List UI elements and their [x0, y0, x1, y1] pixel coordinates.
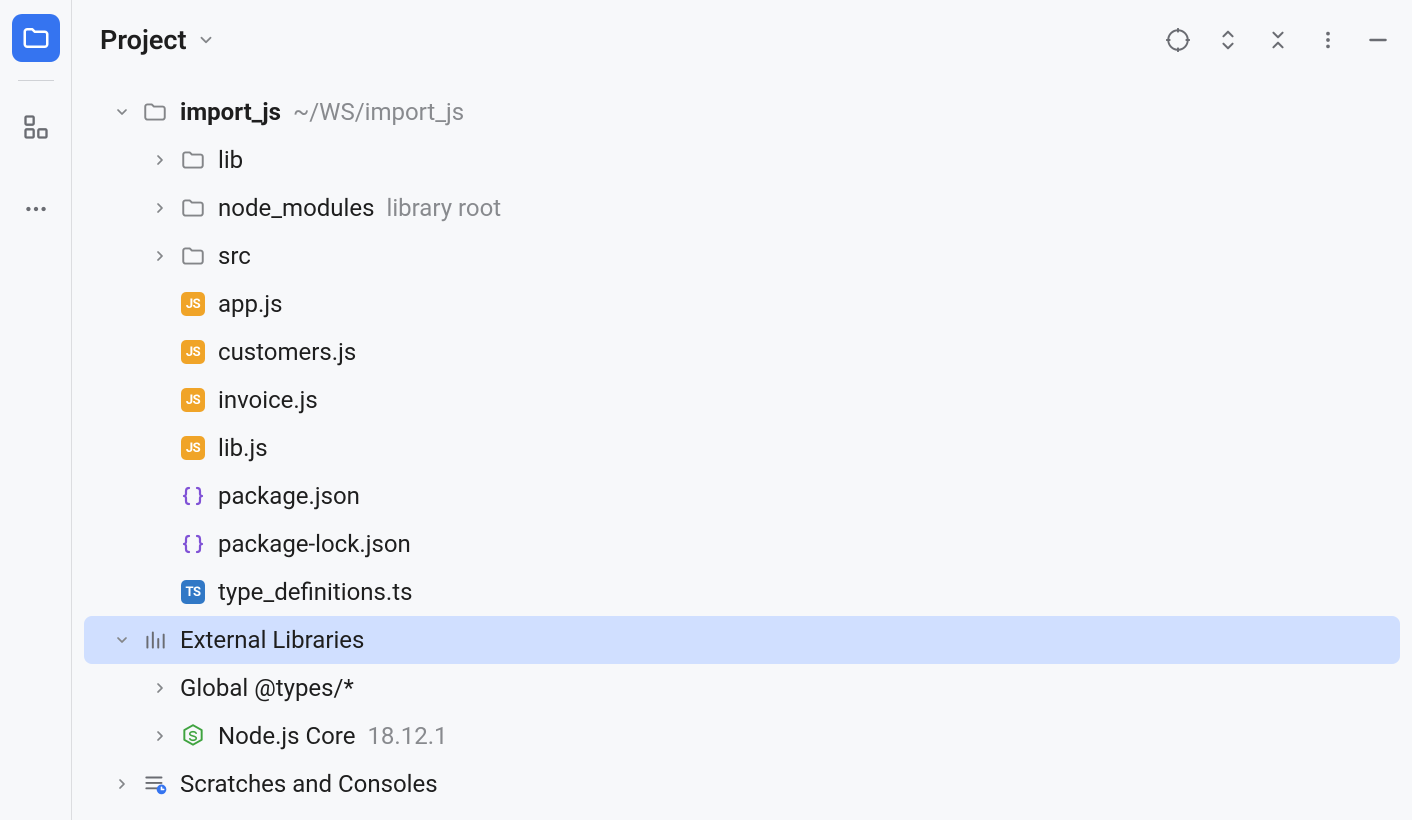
tree-file-type-definitions-ts[interactable]: TS type_definitions.ts	[72, 568, 1412, 616]
node-label: Node.js Core	[218, 722, 355, 750]
project-tree: import_js ~/WS/import_js lib node_module…	[72, 80, 1412, 820]
collapse-icon	[1267, 27, 1289, 53]
tree-file-invoice-js[interactable]: JS invoice.js	[72, 376, 1412, 424]
chevron-right-icon[interactable]	[148, 244, 172, 268]
js-file-icon: JS	[180, 387, 206, 413]
node-version: 18.12.1	[367, 722, 447, 750]
tree-folder-src[interactable]: src	[72, 232, 1412, 280]
file-label: type_definitions.ts	[218, 578, 412, 606]
file-label: invoice.js	[218, 386, 318, 414]
tree-file-package-json[interactable]: package.json	[72, 472, 1412, 520]
js-file-icon: JS	[180, 291, 206, 317]
chevron-right-icon[interactable]	[148, 676, 172, 700]
tree-folder-lib[interactable]: lib	[72, 136, 1412, 184]
node-label: Scratches and Consoles	[180, 770, 438, 798]
options-button[interactable]	[1314, 26, 1342, 54]
folder-icon	[142, 99, 168, 125]
structure-tool-button[interactable]	[12, 103, 60, 151]
json-file-icon	[180, 483, 206, 509]
select-opened-file-button[interactable]	[1164, 26, 1192, 54]
target-icon	[1165, 27, 1191, 53]
ts-file-icon: TS	[180, 579, 206, 605]
project-tool-button[interactable]	[12, 14, 60, 62]
folder-icon	[21, 23, 51, 53]
js-file-icon: JS	[180, 339, 206, 365]
panel-title: Project	[100, 24, 187, 56]
folder-label: src	[218, 242, 251, 270]
chevron-right-icon[interactable]	[110, 772, 134, 796]
folder-icon	[180, 243, 206, 269]
root-name: import_js	[180, 98, 281, 126]
tree-external-libraries[interactable]: External Libraries	[84, 616, 1400, 664]
project-header: Project	[72, 0, 1412, 80]
nodejs-icon	[180, 723, 206, 749]
chevron-right-icon[interactable]	[148, 148, 172, 172]
folder-icon	[180, 195, 206, 221]
more-vertical-icon	[1317, 27, 1339, 53]
scratches-icon	[142, 771, 168, 797]
structure-icon	[22, 113, 50, 141]
file-label: lib.js	[218, 434, 268, 462]
chevron-right-icon[interactable]	[148, 724, 172, 748]
chevron-right-icon[interactable]	[148, 196, 172, 220]
tool-sidebar	[0, 0, 72, 820]
tree-node-core[interactable]: Node.js Core 18.12.1	[72, 712, 1412, 760]
folder-label: node_modules	[218, 194, 374, 222]
expand-collapse-icon	[1217, 27, 1239, 53]
json-file-icon	[180, 531, 206, 557]
tree-file-customers-js[interactable]: JS customers.js	[72, 328, 1412, 376]
sidebar-divider	[18, 80, 54, 81]
more-horizontal-icon	[23, 196, 49, 222]
expand-collapse-button[interactable]	[1214, 26, 1242, 54]
project-panel: Project import_js	[72, 0, 1412, 820]
tree-scratches[interactable]: Scratches and Consoles	[72, 760, 1412, 808]
folder-suffix: library root	[386, 194, 501, 222]
node-label: External Libraries	[180, 626, 364, 654]
library-icon	[142, 627, 168, 653]
hide-panel-button[interactable]	[1364, 26, 1392, 54]
file-label: package-lock.json	[218, 530, 411, 558]
folder-label: lib	[218, 146, 243, 174]
chevron-down-icon[interactable]	[110, 628, 134, 652]
file-label: package.json	[218, 482, 360, 510]
tree-global-types[interactable]: Global @types/*	[72, 664, 1412, 712]
tree-file-package-lock-json[interactable]: package-lock.json	[72, 520, 1412, 568]
tree-root[interactable]: import_js ~/WS/import_js	[72, 88, 1412, 136]
collapse-all-button[interactable]	[1264, 26, 1292, 54]
view-switcher[interactable]: Project	[100, 24, 215, 56]
chevron-down-icon[interactable]	[110, 100, 134, 124]
minimize-icon	[1365, 27, 1391, 53]
node-label: Global @types/*	[180, 674, 354, 702]
file-label: customers.js	[218, 338, 356, 366]
tree-file-app-js[interactable]: JS app.js	[72, 280, 1412, 328]
more-tools-button[interactable]	[12, 185, 60, 233]
root-path: ~/WS/import_js	[293, 98, 464, 126]
folder-icon	[180, 147, 206, 173]
chevron-down-icon	[197, 31, 215, 49]
file-label: app.js	[218, 290, 282, 318]
tree-folder-node-modules[interactable]: node_modules library root	[72, 184, 1412, 232]
tree-file-lib-js[interactable]: JS lib.js	[72, 424, 1412, 472]
js-file-icon: JS	[180, 435, 206, 461]
